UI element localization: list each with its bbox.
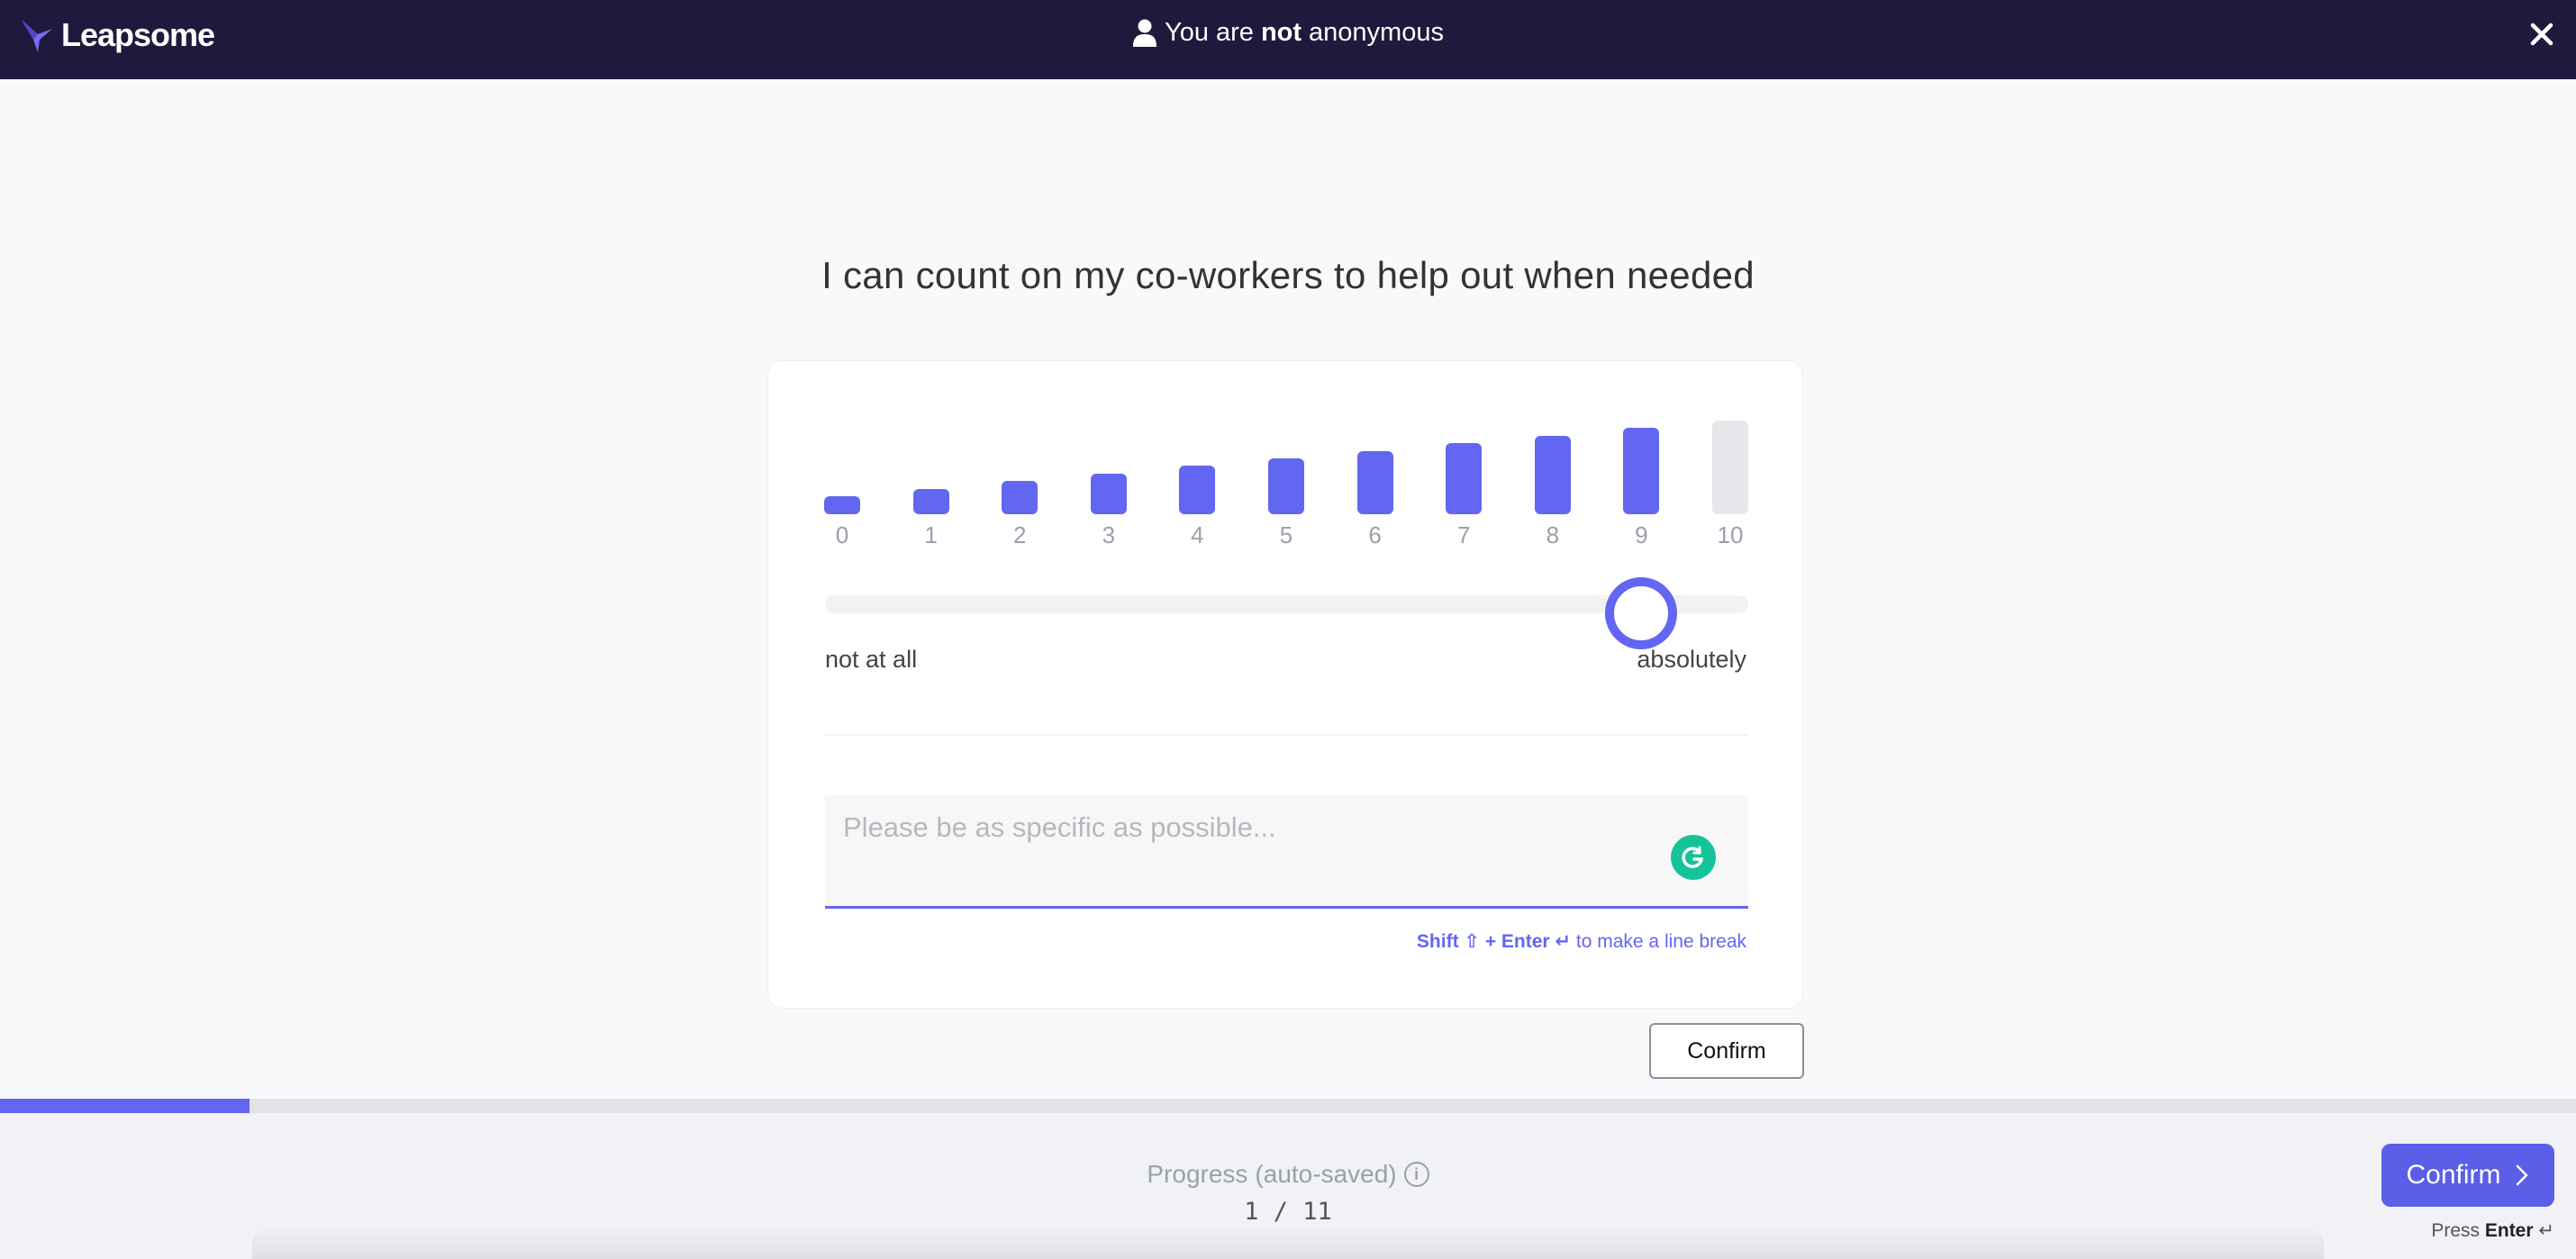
question-title: I can count on my co-workers to help out… — [821, 254, 1755, 296]
card-confirm-button[interactable]: Confirm — [1649, 1023, 1804, 1079]
rating-label-10: 10 — [1717, 521, 1744, 548]
rating-bar-10[interactable] — [1712, 421, 1748, 514]
autosaved-text: (auto-saved) — [1255, 1160, 1397, 1188]
anon-strong: not — [1260, 18, 1302, 47]
footer: Progress (auto-saved) i 1 / 11 — [0, 1113, 2576, 1259]
rating-bar-9[interactable] — [1623, 428, 1660, 514]
progress-bar-fill — [0, 1099, 250, 1113]
rating-bar-7[interactable] — [1446, 443, 1483, 514]
progress-bar — [0, 1099, 2576, 1113]
rating-bar-6[interactable] — [1356, 450, 1393, 514]
chevron-right-icon — [2516, 1164, 2527, 1186]
anon-prefix: You are — [1165, 18, 1254, 47]
rating-label-5: 5 — [1279, 521, 1293, 548]
press-prefix: Press — [2431, 1220, 2481, 1241]
rating-bar-3[interactable] — [1090, 473, 1127, 514]
rating-label-4: 4 — [1191, 521, 1204, 548]
rating-label-7: 7 — [1456, 521, 1471, 548]
hint-keys: Shift ⇧ + Enter ↵ — [1416, 931, 1572, 952]
rating-label-1: 1 — [924, 521, 938, 548]
top-bar: Leapsome You are not anonymous — [0, 0, 2576, 79]
rating-label-0: 0 — [835, 521, 849, 548]
press-symbol: ↵ — [2538, 1220, 2554, 1241]
anon-suffix: anonymous — [1309, 18, 1444, 47]
rating-slider-track[interactable] — [825, 577, 1748, 649]
scale-min-label: not at all — [825, 646, 918, 673]
line-break-hint: Shift ⇧ + Enter ↵ to make a line break — [1417, 930, 1746, 953]
rating-label-8: 8 — [1546, 521, 1560, 548]
rating-label-2: 2 — [1012, 521, 1027, 548]
rating-bar-1[interactable] — [912, 488, 949, 514]
user-icon — [1133, 19, 1157, 47]
press-enter-hint: Press Enter ↵ — [2431, 1219, 2554, 1242]
rating-slider-thumb[interactable] — [1605, 577, 1678, 649]
rating-bar-2[interactable] — [1002, 481, 1039, 514]
press-key: Enter — [2484, 1220, 2534, 1241]
scale-max-label: absolutely — [1637, 646, 1746, 673]
rating-label-6: 6 — [1368, 521, 1382, 548]
rating-bar-8[interactable] — [1534, 435, 1571, 514]
info-icon[interactable]: i — [1403, 1162, 1429, 1187]
progress-text: Progress — [1147, 1160, 1248, 1188]
progress-count: 1 / 11 — [1244, 1198, 1332, 1226]
divider — [825, 734, 1748, 736]
footer-shadow — [252, 1227, 2324, 1259]
grammarly-button[interactable] — [1671, 835, 1716, 880]
close-button[interactable] — [2524, 16, 2560, 52]
rating-label-3: 3 — [1102, 521, 1116, 548]
anonymity-notice: You are not anonymous — [0, 18, 2576, 48]
rating-label-9: 9 — [1635, 521, 1648, 548]
hint-text: to make a line break — [1575, 931, 1746, 952]
question-card: 0 1 2 3 4 5 6 7 8 9 10 not at all absolutely Shift… — [767, 360, 1803, 1009]
comment-field[interactable] — [825, 795, 1748, 909]
confirm-button[interactable]: Confirm — [2381, 1144, 2554, 1207]
rating-bar-0[interactable] — [824, 496, 860, 514]
rating-bar-5[interactable] — [1268, 458, 1304, 514]
confirm-button-label: Confirm — [2406, 1160, 2501, 1190]
comment-input[interactable] — [825, 795, 1748, 906]
close-icon — [2530, 23, 2553, 46]
progress-label: Progress (auto-saved) i — [0, 1160, 2576, 1189]
rating-bar-4[interactable] — [1179, 466, 1216, 514]
rating-bars: 0 1 2 3 4 5 6 7 8 9 10 — [824, 415, 1748, 548]
grammarly-icon — [1682, 846, 1704, 868]
